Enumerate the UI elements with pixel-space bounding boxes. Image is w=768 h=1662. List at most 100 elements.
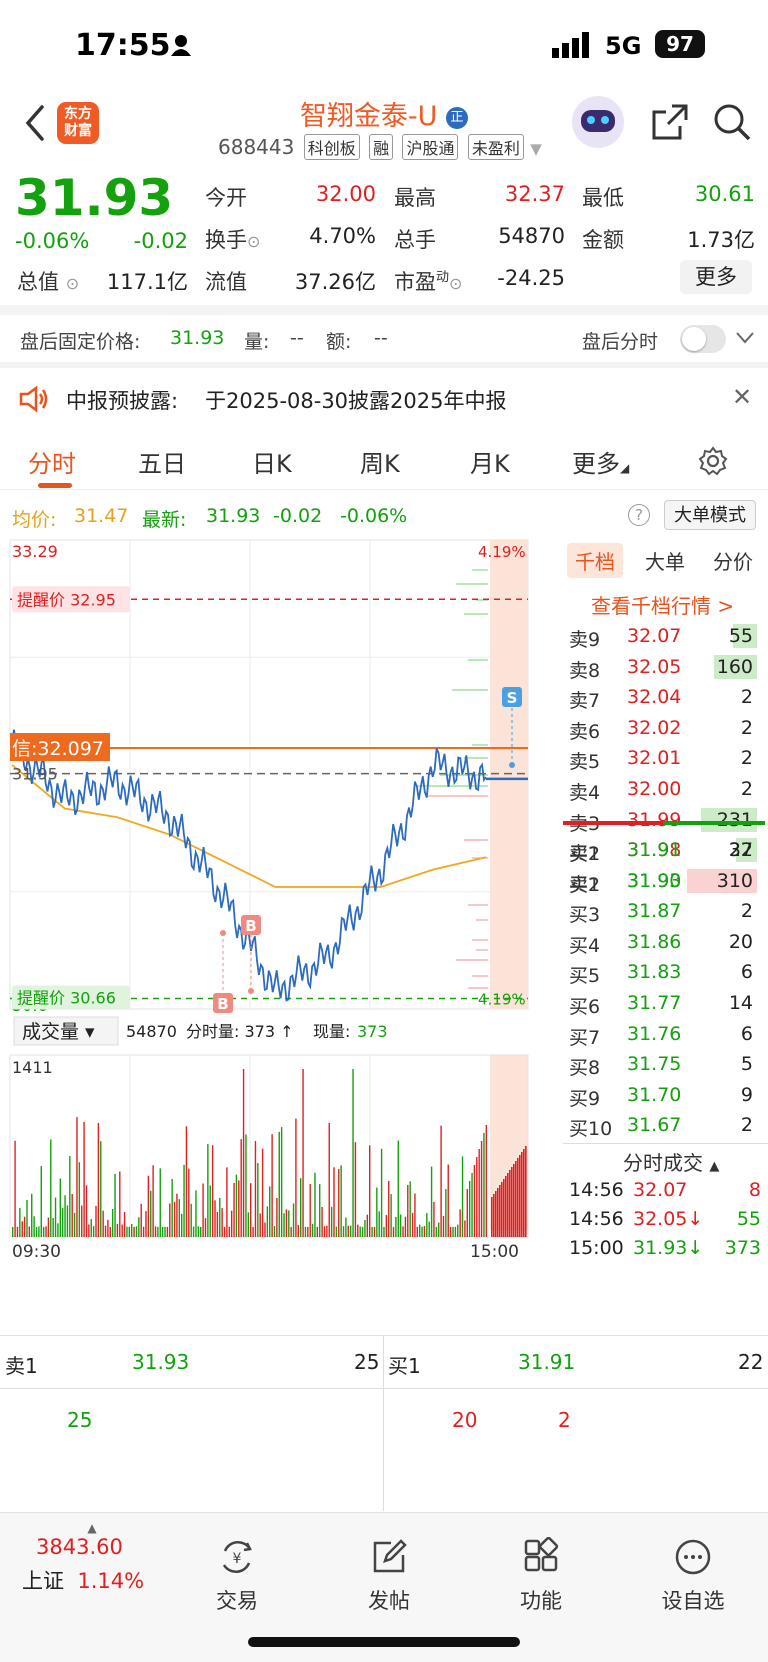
tab-price-dist[interactable]: 分价 bbox=[705, 543, 761, 578]
after-hours-amt: -- bbox=[374, 327, 388, 349]
volume-bar bbox=[197, 1226, 200, 1237]
notice-text: 于2025-08-30披露2025年中报 bbox=[205, 389, 507, 413]
more-button[interactable]: 更多 bbox=[680, 260, 752, 294]
bid-row[interactable]: 买3 31.87 2 bbox=[565, 896, 765, 926]
bq-left-value: 25 bbox=[67, 1408, 93, 1432]
after-volume-bar bbox=[505, 1176, 507, 1237]
ask-row[interactable]: 卖7 32.04 2 bbox=[565, 682, 765, 712]
volume-bar bbox=[121, 1224, 123, 1237]
level-volume: 22 bbox=[728, 839, 753, 861]
bq-ask-label: 卖1 bbox=[5, 1354, 38, 1378]
nav-add-watchlist[interactable]: 设自选 bbox=[633, 1537, 753, 1615]
ask-row[interactable]: 卖331.99231 bbox=[565, 805, 765, 835]
share-icon[interactable] bbox=[650, 102, 690, 142]
intraday-chart[interactable]: 33.2930.64.19%4.19%提醒价 32.95提醒价 30.66信:3… bbox=[0, 535, 562, 1305]
tab-monthly-k[interactable]: 月K bbox=[470, 444, 510, 479]
volume-bar bbox=[369, 1145, 371, 1237]
ask-row[interactable]: 卖8 32.05 160 bbox=[565, 652, 765, 682]
bid-row[interactable]: 买6 31.77 14 bbox=[565, 988, 765, 1018]
volume-bar bbox=[33, 1216, 35, 1237]
volume-bar bbox=[292, 1203, 295, 1237]
latest-change-pct: -0.06% bbox=[340, 505, 408, 527]
search-icon[interactable] bbox=[712, 102, 752, 142]
tab-depth[interactable]: 千档 bbox=[567, 543, 623, 578]
edit-icon bbox=[373, 1539, 407, 1573]
person-icon bbox=[171, 35, 191, 56]
volume-bar bbox=[209, 1185, 211, 1237]
ask-row[interactable]: 卖4 32.00 2 bbox=[565, 774, 765, 804]
after-hours-toggle[interactable] bbox=[680, 325, 726, 353]
index-ticker[interactable]: ▲ 3843.60 上证 1.14% bbox=[22, 1521, 162, 1595]
volume-bar bbox=[485, 1125, 488, 1237]
volume-bar bbox=[159, 1168, 161, 1237]
nav-post[interactable]: 发帖 bbox=[329, 1537, 449, 1615]
volume-bar bbox=[52, 1217, 54, 1237]
volume-bar bbox=[428, 1221, 430, 1237]
chart-canvas: 33.2930.64.19%4.19%提醒价 32.95提醒价 30.66信:3… bbox=[9, 539, 529, 1262]
volume-bar bbox=[211, 1145, 214, 1237]
volume-bar bbox=[204, 1218, 207, 1237]
assistant-avatar[interactable] bbox=[572, 96, 624, 148]
status-bar: 17:55 5G 97 bbox=[0, 0, 768, 90]
tab-intraday[interactable]: 分时 bbox=[28, 444, 76, 479]
volume-bar bbox=[352, 1069, 354, 1237]
index-change: 1.14% bbox=[77, 1569, 145, 1593]
volume-bar bbox=[169, 1203, 171, 1237]
bid-row[interactable]: 买1 31.91 22 bbox=[565, 835, 765, 865]
bid-row[interactable]: 买7 31.76 6 bbox=[565, 1019, 765, 1049]
volume-value: 54870 bbox=[498, 224, 565, 248]
orderbook-tabs: 千档 大单 分价 bbox=[565, 543, 765, 578]
tab-daily-k[interactable]: 日K bbox=[252, 444, 292, 479]
tab-weekly-k[interactable]: 周K bbox=[360, 444, 400, 479]
gear-icon[interactable] bbox=[698, 446, 728, 476]
volume-bar bbox=[390, 1194, 392, 1237]
notice-bar[interactable]: 中报预披露: 于2025-08-30披露2025年中报 ✕ bbox=[0, 373, 768, 423]
volume-bar bbox=[335, 1226, 338, 1237]
bid-row[interactable]: 买8 31.75 5 bbox=[565, 1049, 765, 1079]
after-volume-bar bbox=[495, 1191, 497, 1237]
volume-bar bbox=[245, 1134, 247, 1237]
level-price: 32.07 bbox=[627, 625, 682, 647]
tab-five-day[interactable]: 五日 bbox=[138, 444, 186, 479]
level-label: 卖6 bbox=[569, 720, 601, 743]
volume-bar bbox=[430, 1166, 433, 1237]
ticks-title[interactable]: 分时成交 ▲ bbox=[623, 1147, 719, 1176]
dropdown-icon[interactable]: ▼ bbox=[530, 140, 542, 158]
price-line bbox=[11, 729, 487, 1002]
ask-row[interactable]: 卖5 32.01 2 bbox=[565, 743, 765, 773]
big-order-mode-button[interactable]: 大单模式 bbox=[664, 500, 756, 530]
volume-bar bbox=[464, 1220, 466, 1237]
avg-value: 31.47 bbox=[74, 505, 129, 527]
close-icon[interactable]: ✕ bbox=[732, 383, 752, 411]
volume-bar bbox=[373, 1226, 376, 1237]
bid-row[interactable]: 买2 31.90 310 bbox=[565, 866, 765, 896]
tab-underline bbox=[38, 483, 72, 488]
tab-more[interactable]: 更多◢ bbox=[572, 444, 629, 479]
volume-bar bbox=[207, 1143, 209, 1237]
chevron-down-icon[interactable] bbox=[735, 331, 755, 345]
ask-row[interactable]: 卖9 32.07 55 bbox=[565, 621, 765, 651]
y-max-label: 33.29 bbox=[12, 542, 58, 561]
bid-row[interactable]: 买5 31.83 6 bbox=[565, 957, 765, 987]
depth-link[interactable]: 查看千档行情 > bbox=[591, 590, 734, 619]
tab-big-order[interactable]: 大单 bbox=[637, 543, 693, 578]
volume-bar bbox=[135, 1226, 138, 1237]
volume-bar bbox=[328, 1122, 330, 1237]
nav-trade[interactable]: ¥ 交易 bbox=[177, 1537, 297, 1615]
level-volume: 9 bbox=[740, 1083, 753, 1106]
ask-row[interactable]: 卖6 32.02 2 bbox=[565, 713, 765, 743]
help-icon[interactable]: ? bbox=[628, 504, 650, 526]
level-label: 买8 bbox=[569, 1057, 601, 1080]
bid-row[interactable]: 买4 31.86 20 bbox=[565, 927, 765, 957]
volume-bar bbox=[154, 1226, 157, 1237]
nav-functions[interactable]: 功能 bbox=[481, 1537, 601, 1615]
stock-code-line[interactable]: 688443 科创板 融 沪股通 未盈利 ▼ bbox=[218, 134, 542, 160]
level-volume: 2 bbox=[740, 747, 753, 770]
volume-bar bbox=[131, 1223, 133, 1237]
bid-row[interactable]: 买9 31.70 9 bbox=[565, 1080, 765, 1110]
home-indicator bbox=[248, 1637, 520, 1647]
volume-bar bbox=[190, 1203, 192, 1237]
bid-row[interactable]: 买10 31.67 2 bbox=[565, 1110, 765, 1140]
level-volume: 2 bbox=[740, 900, 753, 923]
volume-bar bbox=[409, 1181, 411, 1237]
